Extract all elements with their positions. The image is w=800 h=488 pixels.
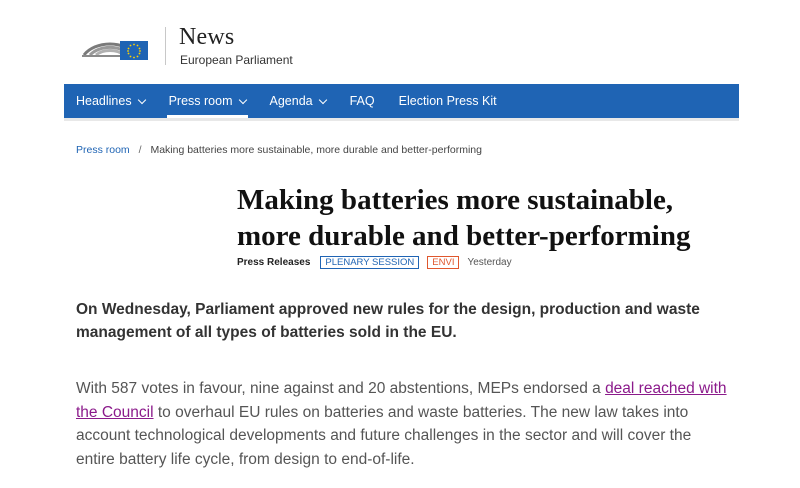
site-title[interactable]: News [179,24,234,51]
nav-item-faq[interactable]: FAQ [338,84,387,118]
tag-plenary-session[interactable]: PLENARY SESSION [320,256,420,269]
paragraph-text: to overhaul EU rules on batteries and wa… [76,403,692,468]
nav-item-press-room[interactable]: Press room [157,84,258,118]
article-paragraph: With 587 votes in favour, nine against a… [76,377,731,471]
logo-divider [165,27,166,65]
nav-item-label: Headlines [76,94,132,108]
paragraph-text: With 587 votes in favour, nine against a… [76,380,606,397]
article-lead: On Wednesday, Parliament approved new ru… [76,301,700,341]
article-type: Press Releases [237,257,311,268]
article-date: Yesterday [467,257,512,268]
article-title-line: Making batteries more sustainable, [237,184,674,216]
article-title-line: more durable and better-performing [237,220,691,252]
breadcrumb-separator: / [138,144,142,156]
page: News European Parliament Headlines Press… [64,0,739,488]
chevron-down-icon [318,95,327,104]
breadcrumb-link-press-room[interactable]: Press room [76,144,130,156]
nav-item-election-press-kit[interactable]: Election Press Kit [387,84,509,118]
article-meta: Press Releases PLENARY SESSION ENVI Yest… [237,256,512,269]
chevron-down-icon [238,95,247,104]
nav-item-headlines[interactable]: Headlines [64,84,157,118]
tag-envi[interactable]: ENVI [427,256,460,269]
article-title: Making batteries more sustainable, more … [237,182,732,254]
nav-item-label: Election Press Kit [398,94,497,108]
breadcrumb: Press room / Making batteries more susta… [76,144,482,156]
main-nav: Headlines Press room Agenda FAQ Election… [64,84,739,118]
nav-item-label: Agenda [269,94,313,108]
nav-item-label: FAQ [349,94,375,108]
nav-item-label: Press room [168,94,233,108]
site-header: News European Parliament [64,0,739,84]
european-parliament-logo[interactable] [80,27,150,63]
nav-divider [64,118,739,121]
chevron-down-icon [137,95,146,104]
breadcrumb-current: Making batteries more sustainable, more … [150,144,482,156]
site-subtitle: European Parliament [180,53,293,67]
nav-item-agenda[interactable]: Agenda [258,84,338,118]
